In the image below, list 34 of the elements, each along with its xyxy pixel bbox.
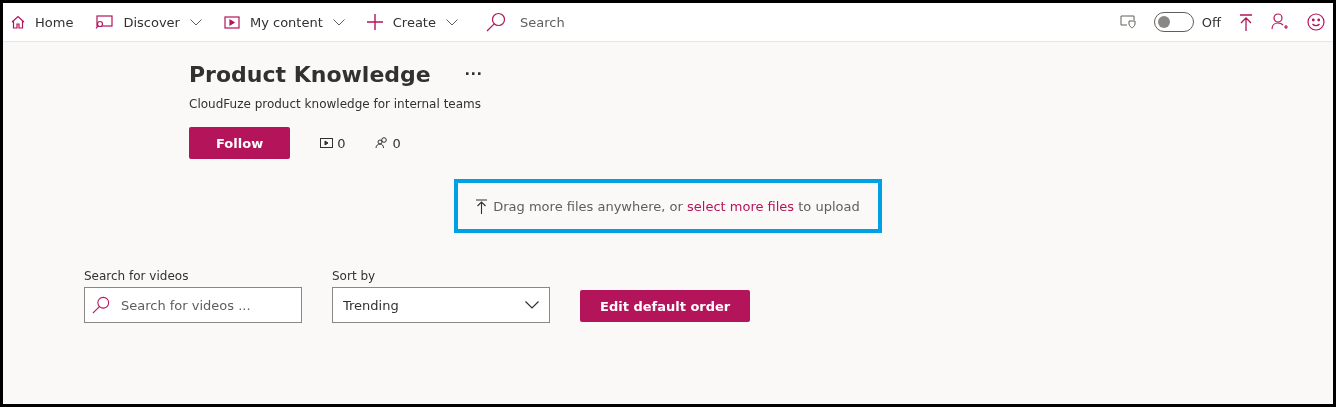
- channel-description: CloudFuze product knowledge for internal teams: [189, 97, 482, 111]
- shield-screen-icon: [1119, 15, 1136, 29]
- nav-item[interactable]: My content: [223, 14, 345, 30]
- smiley-icon[interactable]: [1307, 13, 1325, 31]
- video-search-field[interactable]: Search for videos ...: [84, 287, 302, 323]
- upload-drop-zone[interactable]: Drag more files anywhere, or select more files to upload: [454, 179, 882, 233]
- video-count: 0: [337, 135, 346, 151]
- upload-icon[interactable]: [1239, 13, 1253, 31]
- sort-dropdown[interactable]: Trending: [332, 287, 550, 323]
- channel-title: Product Knowledge: [189, 62, 431, 87]
- toggle-label: Off: [1201, 14, 1221, 30]
- select-files-link[interactable]: select more files: [687, 198, 795, 214]
- search-icon: [485, 12, 506, 32]
- more-button[interactable]: ···: [460, 64, 487, 85]
- field-label: Sort by: [332, 269, 377, 283]
- video-icon: [320, 138, 334, 148]
- screen-search-icon: [95, 15, 114, 29]
- toggle-switch[interactable]: [1153, 12, 1194, 32]
- home-icon: [11, 15, 25, 29]
- video-icon: [223, 15, 240, 29]
- edit-order-button[interactable]: Edit default order: [580, 290, 751, 322]
- plus-icon: [366, 14, 383, 30]
- nav-item[interactable]: Discover: [95, 14, 202, 30]
- chevron-down-icon: [525, 301, 539, 309]
- search-field[interactable]: Search: [519, 14, 640, 30]
- follower-count: 0: [392, 135, 401, 151]
- upload-icon: [476, 198, 488, 214]
- people-icon: [375, 137, 389, 149]
- add-person-icon[interactable]: [1271, 13, 1289, 31]
- nav-item[interactable]: Create: [366, 14, 458, 30]
- upload-instructions: Drag more files anywhere, or select more files to upload: [493, 198, 860, 214]
- nav-item[interactable]: Home: [11, 14, 74, 30]
- field-label: Search for videos: [84, 269, 190, 283]
- follow-button[interactable]: Follow: [189, 127, 291, 159]
